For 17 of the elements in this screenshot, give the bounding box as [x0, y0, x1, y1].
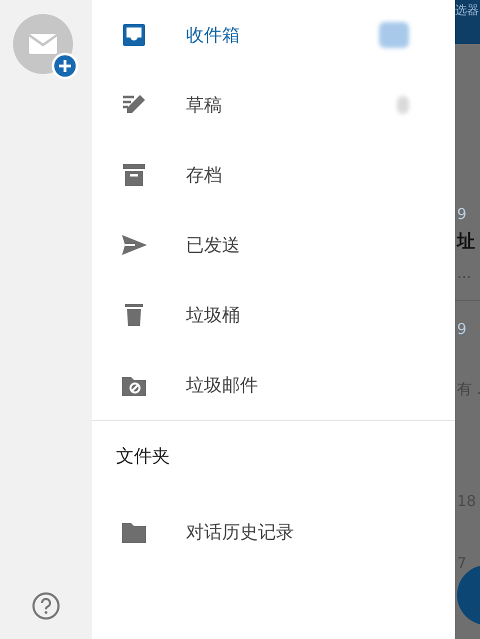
nav-item[interactable]: 存档 — [92, 140, 455, 210]
nav-item[interactable]: 收件箱 — [92, 0, 455, 70]
background-text: 9 — [457, 319, 467, 340]
nav-item[interactable]: 已发送 — [92, 210, 455, 280]
background-text: ... — [457, 263, 472, 284]
nav-item[interactable]: 垃圾邮件 — [92, 350, 455, 420]
add-account-button[interactable] — [13, 14, 79, 80]
background-text: 9 — [457, 204, 467, 225]
section-title: 文件夹 — [115, 445, 171, 469]
header-text: 选器 — [455, 0, 480, 44]
background-text: 址 — [457, 230, 475, 254]
nav-item[interactable]: 对话历史记录 — [92, 497, 455, 567]
nav-item[interactable]: 草稿 — [92, 70, 455, 140]
archive-icon — [120, 161, 148, 189]
inbox-icon — [120, 21, 148, 49]
nav-item[interactable]: 垃圾桶 — [92, 280, 455, 350]
help-button[interactable] — [31, 591, 61, 621]
